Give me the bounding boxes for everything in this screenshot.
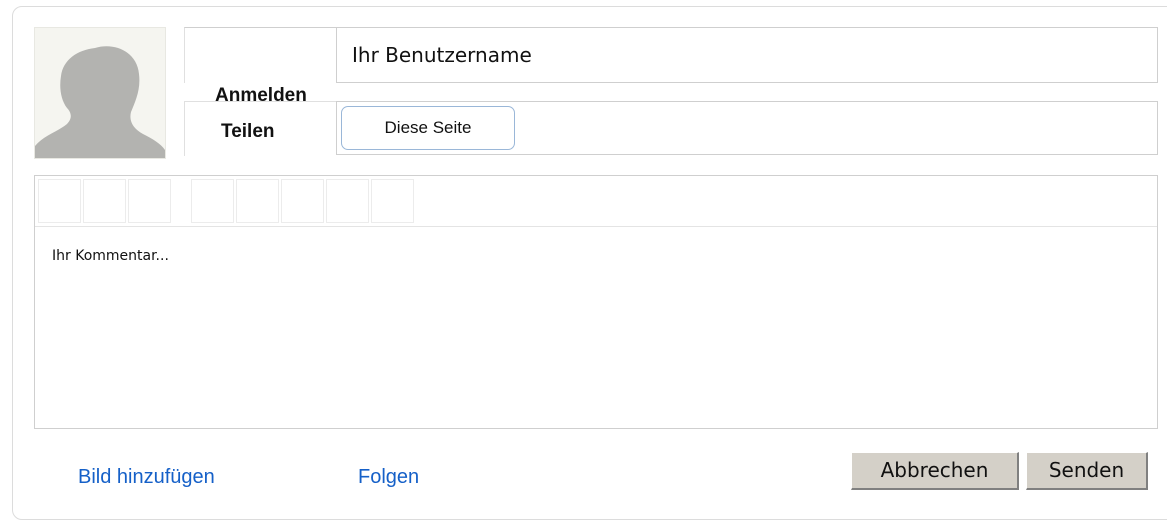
toolbar-button[interactable] <box>236 179 279 223</box>
login-section: Anmelden Teilen Diese Seite <box>184 27 1158 156</box>
share-field: Diese Seite <box>336 101 1158 155</box>
toolbar-button[interactable] <box>371 179 414 223</box>
editor-toolbar <box>35 176 1157 227</box>
toolbar-button[interactable] <box>281 179 324 223</box>
cancel-button[interactable]: Abbrechen <box>851 452 1019 490</box>
username-field-wrapper <box>336 27 1158 83</box>
toolbar-button[interactable] <box>38 179 81 223</box>
toolbar-button[interactable] <box>326 179 369 223</box>
share-label: Teilen <box>221 121 275 142</box>
username-input[interactable] <box>337 28 1157 82</box>
toolbar-button[interactable] <box>128 179 171 223</box>
add-image-link[interactable]: Bild hinzufügen <box>78 466 215 489</box>
divider <box>184 27 336 83</box>
avatar <box>34 27 166 159</box>
toolbar-button[interactable] <box>83 179 126 223</box>
toolbar-button[interactable] <box>191 179 234 223</box>
comment-textarea[interactable] <box>35 228 1157 428</box>
share-this-page-button[interactable]: Diese Seite <box>341 106 515 150</box>
send-button[interactable]: Senden <box>1026 452 1148 490</box>
comment-editor <box>34 175 1158 429</box>
user-silhouette-icon <box>35 28 165 158</box>
follow-link[interactable]: Folgen <box>358 466 419 489</box>
